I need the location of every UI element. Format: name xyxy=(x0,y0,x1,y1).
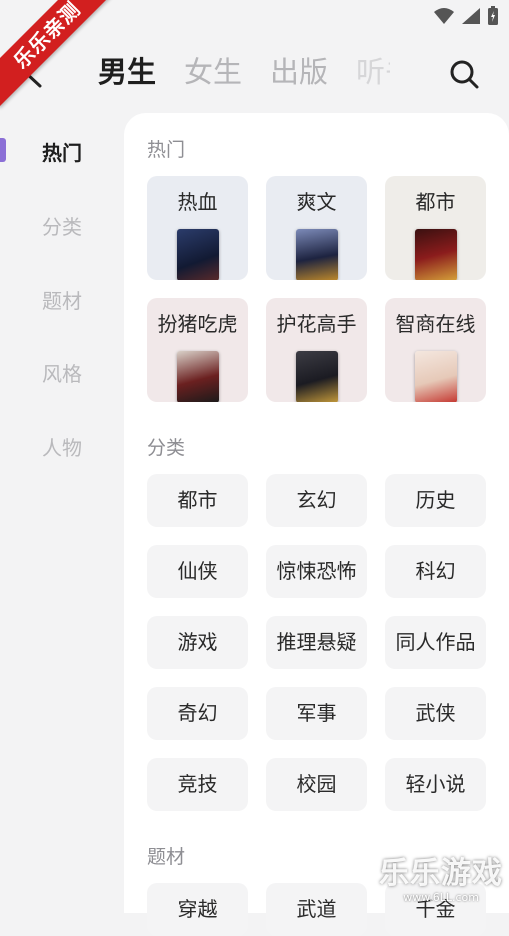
category-chip[interactable]: 仙侠 xyxy=(147,545,248,598)
tab-audio[interactable]: 听书 xyxy=(356,50,390,94)
sidebar-item-theme[interactable]: 题材 xyxy=(0,285,124,314)
content-panel: 热门 热血 爽文 都市 扮猪吃虎 护花高手 智商在线 分类 都市 玄幻 历史 仙… xyxy=(124,113,509,936)
hot-card-huhua[interactable]: 护花高手 xyxy=(266,298,367,402)
category-chip[interactable]: 都市 xyxy=(147,474,248,527)
hot-card-label: 爽文 xyxy=(296,190,337,214)
tab-female[interactable]: 女生 xyxy=(184,50,242,94)
tab-publish[interactable]: 出版 xyxy=(270,50,328,94)
book-cover-image xyxy=(415,351,457,402)
theme-chip[interactable]: 武道 xyxy=(266,883,367,936)
sidebar-item-hot[interactable]: 热门 xyxy=(0,137,124,166)
hot-card-label: 热血 xyxy=(177,190,218,214)
book-cover-image xyxy=(177,229,219,280)
category-chip[interactable]: 武侠 xyxy=(385,687,486,740)
book-cover-image xyxy=(177,351,219,402)
search-icon[interactable] xyxy=(448,58,480,90)
book-cover-image xyxy=(296,351,338,402)
hot-card-label: 护花高手 xyxy=(276,312,357,336)
category-chip[interactable]: 军事 xyxy=(266,687,367,740)
battery-icon xyxy=(488,6,498,25)
site-watermark: 乐乐游戏 xyxy=(379,856,503,891)
section-title-theme: 题材 xyxy=(147,846,186,868)
sidebar-item-category[interactable]: 分类 xyxy=(0,211,124,240)
category-chip[interactable]: 轻小说 xyxy=(385,758,486,811)
tab-male[interactable]: 男生 xyxy=(98,50,156,94)
hot-card-rexue[interactable]: 热血 xyxy=(147,176,248,280)
site-watermark-url: www.6LL.com xyxy=(403,891,479,904)
category-chip[interactable]: 校园 xyxy=(266,758,367,811)
section-title-category: 分类 xyxy=(147,437,186,459)
category-chip[interactable]: 惊悚恐怖 xyxy=(266,545,367,598)
theme-chip[interactable]: 穿越 xyxy=(147,883,248,936)
category-chip[interactable]: 玄幻 xyxy=(266,474,367,527)
category-chip[interactable]: 历史 xyxy=(385,474,486,527)
hot-card-banzhu[interactable]: 扮猪吃虎 xyxy=(147,298,248,402)
sidebar-item-character[interactable]: 人物 xyxy=(0,432,124,461)
hot-card-label: 扮猪吃虎 xyxy=(157,312,238,336)
category-chip[interactable]: 同人作品 xyxy=(385,616,486,669)
hot-card-label: 都市 xyxy=(415,190,456,214)
category-chip[interactable]: 竞技 xyxy=(147,758,248,811)
gender-tabs: 男生 女生 出版 听书 xyxy=(98,50,390,94)
hot-card-shuangwen[interactable]: 爽文 xyxy=(266,176,367,280)
section-title-hot: 热门 xyxy=(147,139,186,161)
hot-card-label: 智商在线 xyxy=(395,312,476,336)
category-chip[interactable]: 游戏 xyxy=(147,616,248,669)
category-chip[interactable]: 科幻 xyxy=(385,545,486,598)
hot-card-zhishang[interactable]: 智商在线 xyxy=(385,298,486,402)
signal-icon xyxy=(462,8,480,24)
book-cover-image xyxy=(415,229,457,280)
sidebar-item-style[interactable]: 风格 xyxy=(0,358,124,387)
category-chip[interactable]: 推理悬疑 xyxy=(266,616,367,669)
book-cover-image xyxy=(296,229,338,280)
wifi-icon xyxy=(434,8,454,24)
top-header: 男生 女生 出版 听书 xyxy=(0,40,509,106)
hot-card-dushi[interactable]: 都市 xyxy=(385,176,486,280)
category-chip[interactable]: 奇幻 xyxy=(147,687,248,740)
